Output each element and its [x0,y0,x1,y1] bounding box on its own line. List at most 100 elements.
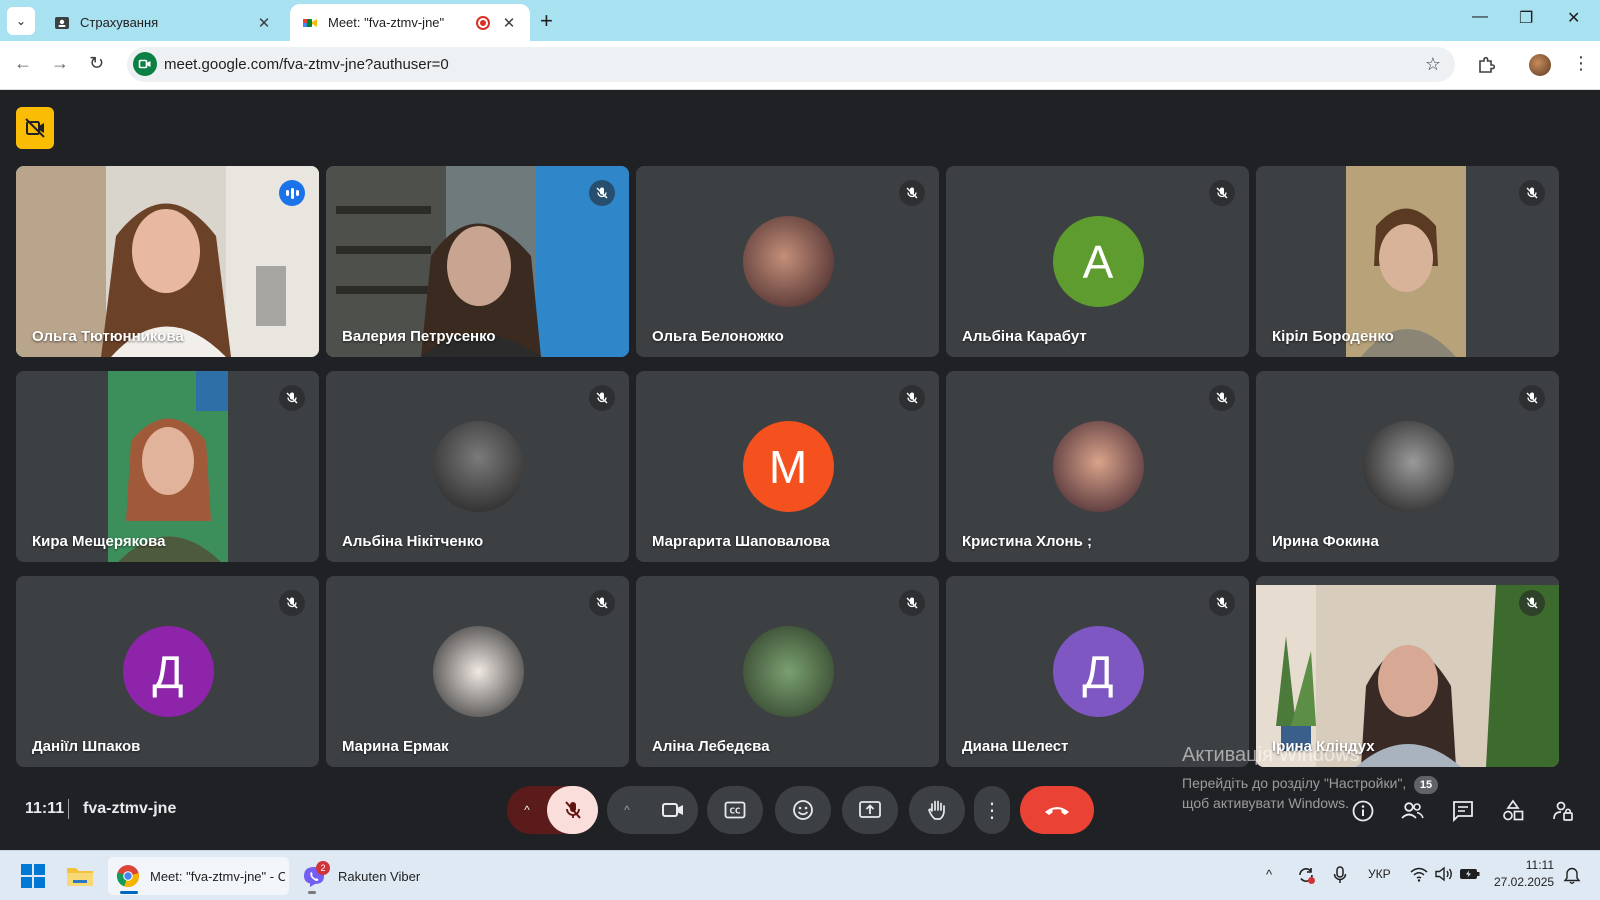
chat-button[interactable] [1449,797,1477,825]
meeting-time: 11:11 [25,800,65,817]
wifi-icon[interactable] [1409,865,1429,886]
mic-off-icon [1519,385,1545,411]
puzzle-icon[interactable] [1476,55,1496,75]
tab-title: Meet: "fva-ztmv-jne" [328,15,445,30]
meeting-details-button[interactable] [1349,797,1377,825]
participant-tile[interactable]: Ольга Тютюнникова [16,166,319,357]
participant-tile[interactable]: Аліна Лебедєва [636,576,939,767]
chrome-icon [116,865,139,888]
camera-icon [661,803,683,817]
participant-tile[interactable]: Ольга Белоножко [636,166,939,357]
participant-tile[interactable]: Марина Ермак [326,576,629,767]
speaking-indicator-icon [279,180,305,206]
present-screen-button[interactable] [842,786,898,834]
microphone-tray-icon[interactable] [1332,865,1348,888]
address-bar[interactable]: meet.google.com/fva-ztmv-jne?authuser=0 … [127,47,1455,82]
participant-avatar: Д [1052,626,1144,717]
host-controls-button[interactable] [1549,797,1577,825]
participant-tile[interactable]: А Альбіна Карабут [946,166,1249,357]
camera-toggle-button[interactable] [647,800,698,820]
star-icon[interactable]: ☆ [1425,54,1441,75]
participant-tile[interactable]: Кристина Хлонь ; [946,371,1249,562]
more-options-button[interactable]: ⋮ [974,786,1010,834]
emoji-icon [793,800,813,820]
shapes-icon [1503,799,1524,821]
mic-off-icon [1519,590,1545,616]
captions-button[interactable]: CC [707,786,763,834]
participant-avatar: Д [122,626,214,717]
participant-tile[interactable]: Д Даніїл Шпаков [16,576,319,767]
url-text: meet.google.com/fva-ztmv-jne?authuser=0 [164,56,449,73]
recording-indicator-icon [476,15,490,30]
language-indicator[interactable]: УКР [1368,867,1391,881]
chevron-up-icon[interactable]: ^ [1266,867,1272,882]
browser-tab-insurance[interactable]: Страхування ✕ [42,4,285,41]
leave-call-button[interactable] [1020,786,1094,834]
new-tab-button[interactable]: + [540,8,553,34]
close-icon[interactable]: ✕ [500,14,518,32]
participant-tile[interactable]: Альбіна Нікітченко [326,371,629,562]
speaker-icon [1435,866,1452,882]
participant-avatar [432,421,524,512]
participant-avatar [432,626,524,717]
microphone-icon [1333,866,1347,883]
mic-off-icon [279,590,305,616]
bell-icon [1563,867,1581,884]
arrow-left-icon[interactable]: ← [14,53,32,74]
browser-toolbar: ← → ↻ meet.google.com/fva-ztmv-jne?authu… [0,41,1600,90]
participant-tile[interactable]: Ирина Фокина [1256,371,1559,562]
profile-avatar[interactable] [1529,54,1551,76]
system-clock[interactable]: 11:11 27.02.2025 [1494,857,1554,891]
participant-tile[interactable]: М Маргарита Шаповалова [636,371,939,562]
windows-taskbar: Meet: "fva-ztmv-jne" - C 2 Rakuten Viber… [0,850,1600,900]
three-dots-vertical-icon[interactable]: ⋮ [1572,53,1590,74]
minimize-icon[interactable]: — [1472,8,1488,26]
participant-name: Ирина Фокина [1272,533,1379,550]
mic-off-icon [1519,180,1545,206]
browser-tab-meet[interactable]: Meet: "fva-ztmv-jne" ✕ [290,4,530,41]
participant-tile[interactable]: Д Диана Шелест [946,576,1249,767]
recording-badge[interactable] [16,107,54,149]
battery-icon[interactable] [1459,866,1481,885]
sync-icon[interactable] [1296,865,1316,888]
raise-hand-button[interactable] [909,786,965,834]
recording-icon [25,118,45,138]
mic-off-icon [899,180,925,206]
svg-text:CC: CC [729,807,741,816]
participant-name: Ольга Тютюнникова [32,328,184,345]
restore-icon[interactable]: ❐ [1519,8,1533,28]
participant-tile[interactable]: Кира Мещерякова [16,371,319,562]
captions-icon: CC [724,801,746,819]
people-button[interactable] [1398,797,1426,825]
site-info-icon[interactable] [133,52,157,76]
file-explorer-button[interactable] [66,857,94,895]
hand-icon [928,800,945,820]
mic-off-icon [1209,180,1235,206]
notifications-bell-icon[interactable] [1563,865,1581,888]
participant-tile[interactable]: Кіріл Бороденко [1256,166,1559,357]
participant-tile[interactable]: Ірина Кліндух [1256,576,1559,767]
reactions-button[interactable] [775,786,831,834]
window-close-icon[interactable]: ✕ [1567,8,1580,28]
participant-name: Кира Мещерякова [32,533,166,550]
meet-stage: Ольга Тютюнникова Валерия Петрусенко Оль… [0,90,1600,850]
audio-options-button[interactable]: ^ [507,803,547,817]
arrow-right-icon[interactable]: → [51,53,69,74]
activities-button[interactable] [1499,797,1527,825]
mic-off-icon [589,180,615,206]
taskbar-chrome-window[interactable]: Meet: "fva-ztmv-jne" - C [108,857,289,895]
battery-charging-icon [1460,869,1480,879]
start-button[interactable] [20,857,46,895]
microphone-control: ^ [507,786,598,834]
participant-tile[interactable]: Валерия Петрусенко [326,166,629,357]
mic-toggle-button[interactable] [547,786,598,834]
reload-icon[interactable]: ↻ [89,53,104,74]
tab-search-button[interactable]: ⌄ [7,7,35,35]
mic-off-icon [589,590,615,616]
participant-name: Даніїл Шпаков [32,738,141,755]
taskbar-viber-window[interactable]: 2 Rakuten Viber [302,857,420,895]
video-options-button[interactable]: ^ [607,803,647,817]
participant-avatar: А [1052,216,1144,307]
close-icon[interactable]: ✕ [255,14,273,32]
volume-icon[interactable] [1434,865,1454,886]
